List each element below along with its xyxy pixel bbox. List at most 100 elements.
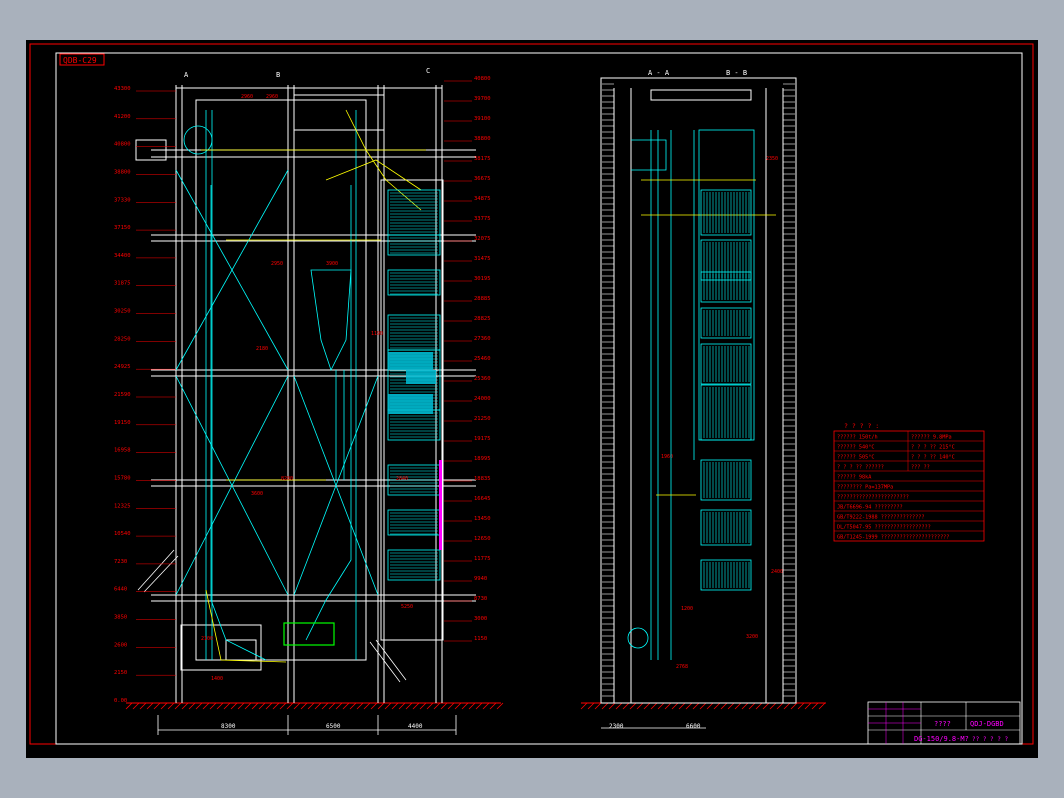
spec-cell: ?????? 150t/h xyxy=(837,435,878,441)
tube-bank xyxy=(387,189,441,236)
spec-cell: GB/T1245-1999 ?????????????????????? xyxy=(837,535,949,541)
elevation-label-left: 21590 xyxy=(114,392,131,398)
title-block: QDJ-DGBD ???? DG-150/9.8-M? ?? ? ? ? ? xyxy=(867,701,1021,745)
elevation-label-right: 38800 xyxy=(474,136,491,142)
drawing-sheet: QDB-C29 A B C A - A B - B 8300 6500 4400… xyxy=(26,40,1038,758)
elevation-label-left: 6440 xyxy=(114,587,127,593)
elevation-label-left: 38800 xyxy=(114,169,131,175)
tube-bank xyxy=(387,314,441,351)
elevation-label-right: 24000 xyxy=(474,396,491,402)
spec-cell: ??????????????????????? xyxy=(837,495,909,501)
spec-cell: ???????? Pa=137MPa xyxy=(837,485,893,491)
title-model: DG-150/9.8-M? xyxy=(914,735,969,743)
elevation-label-right: 9940 xyxy=(474,576,487,582)
elevation-label-left: 12325 xyxy=(114,503,131,509)
elevation-label-right: 16645 xyxy=(474,496,491,502)
dimension-label: 2400 xyxy=(771,569,783,575)
elevation-label-right: 32075 xyxy=(474,236,491,242)
spec-cell: ?????? 505°C xyxy=(837,455,874,461)
tube-bank xyxy=(700,559,752,591)
elevation-label-right: 11775 xyxy=(474,556,491,562)
elevation-label-left: 30250 xyxy=(114,309,131,315)
marker-a: A xyxy=(184,71,189,79)
elevation-label-left: 37330 xyxy=(114,197,131,203)
bottom-dim-right-2: 6600 xyxy=(686,723,701,730)
spec-cell: JB/T6696-94 ????????? xyxy=(837,505,903,511)
bottom-dim-left-3: 4400 xyxy=(408,723,423,730)
elevation-label-left: 19150 xyxy=(114,420,131,426)
marker-b: B xyxy=(276,71,280,79)
elevation-label-right: 8730 xyxy=(474,596,487,602)
spec-cell: ??? ?? xyxy=(911,465,930,471)
marker-c: C xyxy=(426,67,430,75)
elevation-label-right: 12650 xyxy=(474,536,491,542)
dimension-label: 1190 xyxy=(371,331,383,337)
tube-bank xyxy=(700,189,752,236)
spec-cell: GB/T9222-1988 ?????????????? xyxy=(837,515,924,521)
elevation-label-right: 34875 xyxy=(474,196,491,202)
tube-bank xyxy=(387,234,441,256)
dimension-label: 5250 xyxy=(401,604,413,610)
elevation-label-right: 21250 xyxy=(474,416,491,422)
magenta-strip xyxy=(439,460,442,550)
spec-cell: DL/T5047-95 ?????????????????? xyxy=(837,525,931,531)
title-name: ???? xyxy=(934,720,951,728)
elevation-label-right: 3000 xyxy=(474,616,487,622)
dimension-label: 8200 xyxy=(281,476,293,482)
dimension-label: 1400 xyxy=(211,676,223,682)
tube-bank-fill xyxy=(406,370,436,384)
tube-bank xyxy=(387,269,441,296)
elevation-label-left: 28250 xyxy=(114,336,131,342)
tube-bank xyxy=(700,343,752,385)
marker-bb: B - B xyxy=(726,69,747,77)
title-suffix: ?? ? ? ? ? xyxy=(972,736,1009,743)
elevation-label-left: 2600 xyxy=(114,642,127,648)
elevation-label-left: 43300 xyxy=(114,86,131,92)
tube-bank xyxy=(700,307,752,339)
elevation-label-left: 10540 xyxy=(114,531,131,537)
dimension-label: 3600 xyxy=(251,491,263,497)
dimension-label: 3900 xyxy=(326,261,338,267)
spec-table-title: ? ? ? ? : xyxy=(844,422,879,430)
elevation-label-right: 36675 xyxy=(474,176,491,182)
spec-cell: ? ? ? ?? 215°C xyxy=(911,445,955,451)
elevation-label-right: 18995 xyxy=(474,456,491,462)
elevation-label-left: 37150 xyxy=(114,225,131,231)
tube-bank xyxy=(700,239,752,281)
tube-bank-fill xyxy=(388,394,433,414)
tube-bank xyxy=(700,459,752,501)
bottom-dim-left-2: 6500 xyxy=(326,723,341,730)
elevation-label-left: 41200 xyxy=(114,114,131,120)
dimension-label: 2768 xyxy=(676,664,688,670)
spec-cell: ?????? 540°C xyxy=(837,445,874,451)
spec-table: ? ? ? ? : ?????? 150t/h ?????? 9.8MPa????… xyxy=(833,422,985,542)
elevation-label-left: 16958 xyxy=(114,448,131,454)
elevation-label-right: 25460 xyxy=(474,356,491,362)
elevation-label-left: 24925 xyxy=(114,364,131,370)
elevation-label-left: 31875 xyxy=(114,281,131,287)
tube-bank-fill xyxy=(388,352,433,370)
elevation-label-right: 18835 xyxy=(474,476,491,482)
outer-frame xyxy=(29,43,1034,745)
dimension-label: 1200 xyxy=(681,606,693,612)
elevation-label-right: 31475 xyxy=(474,256,491,262)
tube-bank xyxy=(387,509,441,536)
right-section-view: 2300 6600 xyxy=(580,77,826,730)
dimension-label: 2100 xyxy=(201,636,213,642)
elevation-label-right: 28885 xyxy=(474,296,491,302)
tube-bank xyxy=(700,509,752,546)
elevation-label-right: 33775 xyxy=(474,216,491,222)
title-code: QDJ-DGBD xyxy=(970,720,1004,728)
elevation-label-right: 13450 xyxy=(474,516,491,522)
elevation-label-right: 39100 xyxy=(474,116,491,122)
tube-bank xyxy=(700,384,752,441)
spec-cell: ?????? 9.8MPa xyxy=(911,435,952,441)
elevation-label-right: 27360 xyxy=(474,336,491,342)
elevation-label-right: 39700 xyxy=(474,96,491,102)
dimension-label: 2350 xyxy=(766,156,778,162)
dimension-label: 2180 xyxy=(256,346,268,352)
elevation-label-left: 0.00 xyxy=(114,698,127,704)
stamp-text: QDB-C29 xyxy=(63,56,97,65)
dimension-label: 2960 xyxy=(241,94,253,100)
dimension-label: 2840 xyxy=(396,476,408,482)
